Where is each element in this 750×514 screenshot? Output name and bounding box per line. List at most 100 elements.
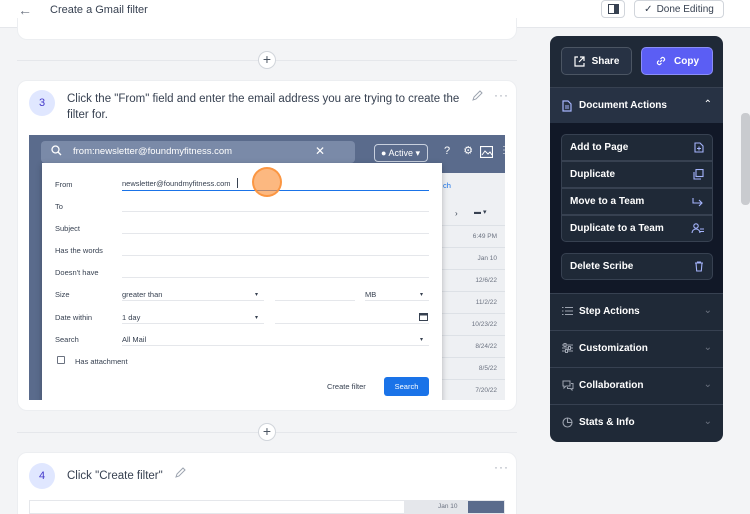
dark-strip: [468, 501, 504, 513]
dropdown-caret-icon: ▾: [255, 292, 259, 298]
date-field[interactable]: [275, 323, 429, 324]
mail-date: Jan 10: [477, 255, 497, 262]
mail-date: 11/2/22: [475, 299, 497, 306]
add-step-button[interactable]: +: [258, 423, 276, 441]
scrollbar-thumb[interactable]: [741, 113, 750, 205]
create-filter-link[interactable]: Create filter: [327, 382, 366, 391]
link-icon: [656, 56, 666, 66]
chevron-up-icon: ⌃: [703, 99, 712, 110]
search-scope-underline: [122, 345, 429, 346]
collaboration-header[interactable]: Collaboration ⌄: [550, 367, 723, 404]
doesnt-have-field[interactable]: [122, 277, 429, 278]
search-query: from:newsletter@foundmyfitness.com: [73, 146, 233, 157]
document-icon: [562, 100, 572, 112]
has-words-field[interactable]: [122, 255, 429, 256]
copy-link-button[interactable]: Copy: [641, 47, 713, 75]
mail-date: 7/20/22: [475, 387, 497, 394]
pie-chart-icon: [562, 417, 573, 428]
document-actions-list: Add to Page Duplicate Move to a Team Dup…: [550, 123, 723, 293]
chevron-down-icon: ⌄: [703, 379, 712, 390]
pencil-icon[interactable]: [472, 90, 483, 101]
mail-date: 6:49 PM: [472, 233, 497, 240]
customization-header[interactable]: Customization ⌄: [550, 330, 723, 367]
move-arrow-icon: [692, 197, 703, 206]
keyboard-icon: ▬ ▾: [474, 209, 487, 216]
dropdown-caret-icon: ▾: [420, 337, 424, 343]
pencil-icon[interactable]: [175, 467, 186, 478]
previous-step-card: [17, 18, 517, 40]
subject-field[interactable]: [122, 233, 429, 234]
mail-row-divider: [441, 379, 505, 380]
mail-row-divider: [441, 357, 505, 358]
subject-label: Subject: [55, 224, 81, 233]
panel-toggle-button[interactable]: [601, 0, 625, 18]
gmail-search-bar: from:newsletter@foundmyfitness.com ✕: [41, 141, 355, 163]
search-icon: [51, 145, 62, 156]
mail-row-divider: [441, 247, 505, 248]
more-options-icon[interactable]: ···: [494, 460, 509, 474]
duplicate-button[interactable]: Duplicate: [561, 161, 713, 188]
mail-row-divider: [441, 313, 505, 314]
mail-row-divider: [441, 335, 505, 336]
mail-date: Jan 10: [438, 503, 458, 510]
size-value-field[interactable]: [275, 300, 355, 301]
mail-date: 12/6/22: [475, 277, 497, 284]
step-text[interactable]: Click the "From" field and enter the ema…: [67, 91, 467, 123]
scrollbar-track[interactable]: [735, 28, 750, 514]
chevron-down-icon: ⌄: [703, 305, 712, 316]
step-actions-header[interactable]: Step Actions ⌄: [550, 293, 723, 330]
share-button[interactable]: Share: [561, 47, 632, 75]
search-button[interactable]: Search: [384, 377, 429, 396]
has-attachment-checkbox[interactable]: [57, 356, 65, 364]
share-icon: [573, 55, 585, 67]
step-text[interactable]: Click "Create filter": [67, 468, 267, 484]
step-number: 4: [29, 463, 55, 489]
add-to-page-button[interactable]: Add to Page: [561, 134, 713, 161]
text-cursor: [237, 178, 238, 188]
more-vertical-icon: ⋮: [499, 145, 505, 156]
doesnt-have-label: Doesn't have: [55, 268, 99, 277]
to-label: To: [55, 202, 63, 211]
unit-underline: [365, 300, 429, 301]
mail-date: 8/5/22: [478, 365, 497, 372]
status-dot-icon: ●: [381, 148, 387, 158]
chevron-down-icon: ⌄: [703, 416, 712, 427]
done-editing-button[interactable]: ✓ Done Editing: [634, 0, 724, 18]
partial-text: ch: [443, 181, 451, 190]
panel-icon: [608, 4, 619, 14]
size-unit-select[interactable]: MB: [365, 290, 376, 299]
help-icon: ?: [444, 145, 451, 157]
list-icon: [562, 307, 573, 315]
document-actions-header[interactable]: Document Actions ⌃: [550, 87, 723, 124]
duplicate-to-team-button[interactable]: Duplicate to a Team: [561, 215, 713, 242]
delete-scribe-button[interactable]: Delete Scribe: [561, 253, 713, 280]
chevron-down-icon: ⌄: [703, 342, 712, 353]
mail-date: 8/24/22: [475, 343, 497, 350]
size-underline: [122, 300, 264, 301]
close-icon: ✕: [314, 144, 325, 158]
side-panel: Share Copy Document Actions ⌃ Add to Pag…: [550, 36, 723, 442]
arrow-left-icon[interactable]: ←: [18, 2, 32, 18]
chevron-right-icon: ›: [455, 209, 458, 218]
mail-row-divider: [441, 291, 505, 292]
dropdown-caret-icon: ▾: [255, 315, 259, 321]
search-scope-select[interactable]: All Mail: [122, 335, 146, 344]
from-field[interactable]: newsletter@foundmyfitness.com: [122, 179, 231, 188]
stats-info-header[interactable]: Stats & Info ⌄: [550, 404, 723, 441]
filter-dialog: From newsletter@foundmyfitness.com To Su…: [42, 163, 442, 400]
team-icon: [691, 223, 704, 234]
chat-icon: [562, 380, 574, 391]
move-to-team-button[interactable]: Move to a Team: [561, 188, 713, 215]
more-options-icon[interactable]: ···: [494, 88, 509, 102]
search-label: Search: [55, 335, 79, 344]
sliders-icon: [562, 343, 573, 353]
date-within-select[interactable]: 1 day: [122, 313, 140, 322]
step-screenshot: from:newsletter@foundmyfitness.com ✕ ● A…: [29, 135, 505, 400]
size-select[interactable]: greater than: [122, 290, 162, 299]
to-field[interactable]: [122, 211, 429, 212]
from-label: From: [55, 180, 73, 189]
calendar-icon[interactable]: [419, 312, 428, 321]
add-step-button[interactable]: +: [258, 51, 276, 69]
click-indicator: [252, 167, 282, 197]
document-title: Create a Gmail filter: [50, 4, 148, 16]
